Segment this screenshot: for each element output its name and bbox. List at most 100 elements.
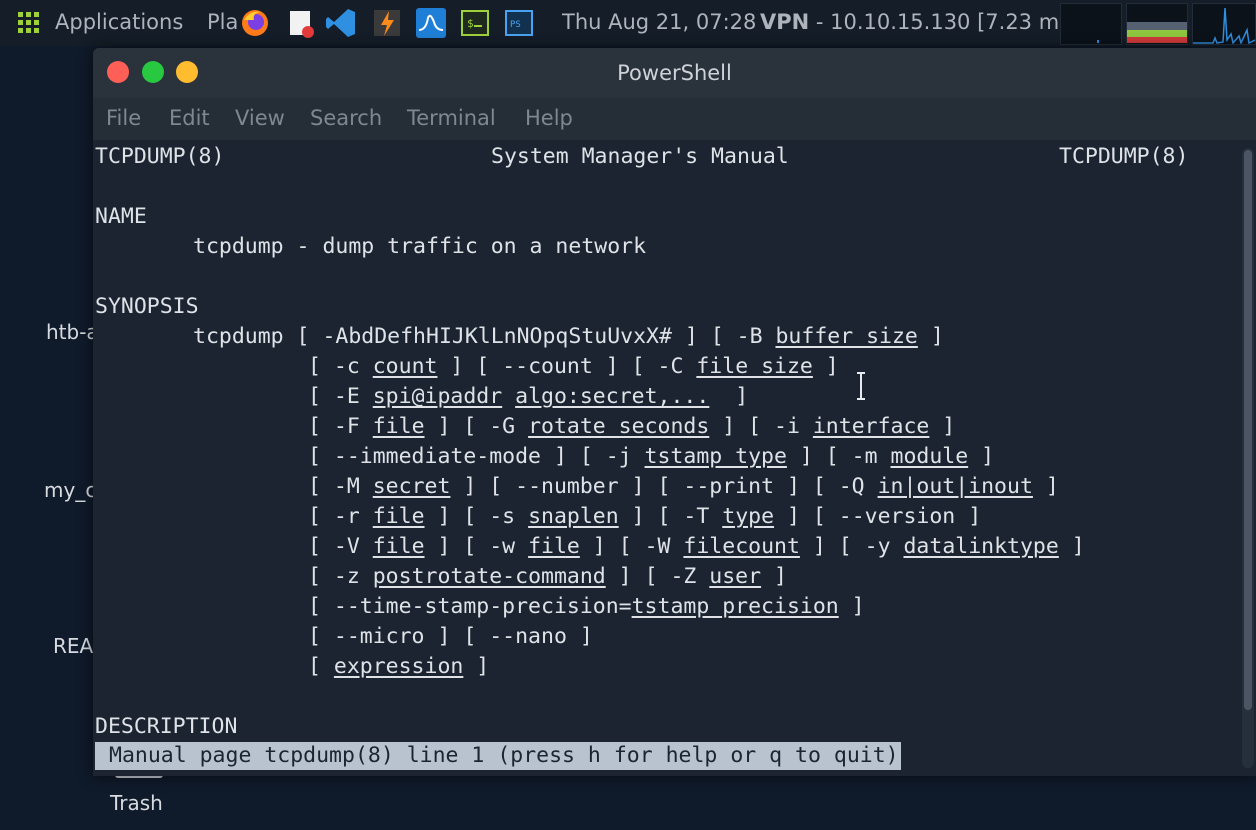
synopsis-text: [ -M <box>308 474 373 499</box>
synopsis-line: [ --micro ] [ --nano ] <box>308 622 593 652</box>
menu-help[interactable]: Help <box>525 106 573 130</box>
synopsis-line: [ --time-stamp-precision=tstamp_precisio… <box>308 592 865 622</box>
synopsis-line: [ expression ] <box>308 652 489 682</box>
synopsis-text: ] <box>968 444 995 469</box>
synopsis-argument: file <box>372 504 425 529</box>
pager-status-line: Manual page tcpdump(8) line 1 (press h f… <box>95 742 901 770</box>
memory-monitor-graph <box>1126 3 1188 45</box>
desktop-item-my[interactable]: my_c <box>44 478 96 502</box>
svg-text:$: $ <box>467 17 474 30</box>
menu-view[interactable]: View <box>235 106 285 130</box>
network-monitor-graph <box>1192 3 1256 46</box>
menu-file[interactable]: File <box>106 106 141 130</box>
man-header-center: System Manager's Manual <box>491 144 789 169</box>
synopsis-text: ] <box>917 324 944 349</box>
scrollbar[interactable] <box>1242 148 1254 768</box>
synopsis-text: [ -c <box>308 354 373 379</box>
synopsis-text: [ -F <box>308 414 373 439</box>
menu-terminal[interactable]: Terminal <box>407 106 496 130</box>
wireshark-icon[interactable] <box>414 6 448 40</box>
scrollbar-thumb[interactable] <box>1244 150 1252 710</box>
desktop-item-readme[interactable]: REA <box>53 634 93 658</box>
man-header-right: TCPDUMP(8) <box>1059 144 1189 169</box>
synopsis-argument: tstamp_precision <box>631 594 839 619</box>
synopsis-argument: file_size <box>696 354 813 379</box>
synopsis-line: [ --immediate-mode ] [ -j tstamp_type ] … <box>308 442 994 472</box>
firefox-icon[interactable] <box>238 6 272 40</box>
synopsis-text: ] [ --count ] [ -C <box>437 354 697 379</box>
powershell-icon[interactable]: PS <box>502 6 536 40</box>
desktop-item-trash[interactable]: Trash <box>110 791 163 815</box>
synopsis-argument: algo:secret,... <box>515 384 710 409</box>
synopsis-argument: interface <box>812 414 930 439</box>
terminal-window: PowerShell File Edit View Search Termina… <box>93 48 1256 776</box>
synopsis-line: [ -V file ] [ -w file ] [ -W filecount ]… <box>308 532 1085 562</box>
synopsis-argument: count <box>372 354 438 379</box>
synopsis-text: [ -z <box>308 564 373 589</box>
name-description: tcpdump - dump traffic on a network <box>193 234 647 259</box>
synopsis-line: [ -z postrotate-command ] [ -Z user ] <box>308 562 787 592</box>
synopsis-text: [ --time-stamp-precision= <box>308 594 632 619</box>
synopsis-text: ] <box>929 414 956 439</box>
synopsis-line: [ -r file ] [ -s snaplen ] [ -T type ] [… <box>308 502 981 532</box>
synopsis-text: ] [ -y <box>799 534 904 559</box>
synopsis-text: [ --immediate-mode ] [ -j <box>308 444 645 469</box>
synopsis-argument: postrotate-command <box>372 564 606 589</box>
synopsis-text: ] [ -Z <box>605 564 710 589</box>
synopsis-text: ] <box>463 654 490 679</box>
synopsis-argument: in|out|inout <box>877 474 1033 499</box>
synopsis-argument: file <box>372 534 425 559</box>
synopsis-text: tcpdump [ -AbdDefhHIJKlLnNOpqStuUvxX# ] … <box>193 324 776 349</box>
synopsis-argument: file <box>372 414 425 439</box>
synopsis-line: tcpdump [ -AbdDefhHIJKlLnNOpqStuUvxX# ] … <box>193 322 944 352</box>
places-menu[interactable]: Pla <box>207 10 238 34</box>
synopsis-text <box>502 384 515 409</box>
terminal-output[interactable]: TCPDUMP(8) System Manager's Manual TCPDU… <box>93 140 1240 776</box>
synopsis-argument: snaplen <box>528 504 619 529</box>
synopsis-text: ] <box>1032 474 1059 499</box>
synopsis-text: ] <box>838 594 865 619</box>
synopsis-argument: tstamp_type <box>644 444 787 469</box>
synopsis-text: [ -r <box>308 504 373 529</box>
applications-menu[interactable]: Applications <box>55 10 183 34</box>
window-titlebar[interactable]: PowerShell <box>93 48 1256 98</box>
synopsis-text: ] [ --version ] <box>774 504 982 529</box>
synopsis-argument: type <box>722 504 775 529</box>
synopsis-text: ] [ -T <box>618 504 723 529</box>
synopsis-argument: user <box>709 564 762 589</box>
synopsis-argument: secret <box>372 474 451 499</box>
synopsis-argument: file <box>528 534 580 559</box>
synopsis-text: ] [ -s <box>424 504 529 529</box>
synopsis-text: ] [ -i <box>709 414 813 439</box>
synopsis-argument: filecount <box>683 534 800 559</box>
burp-icon[interactable] <box>370 6 404 40</box>
synopsis-text: [ -V <box>308 534 373 559</box>
vpn-label: VPN <box>760 10 810 34</box>
text-editor-icon[interactable] <box>284 6 318 40</box>
synopsis-text: ] <box>812 354 839 379</box>
terminal-icon[interactable]: $ <box>458 6 492 40</box>
synopsis-line: [ -F file ] [ -G rotate_seconds ] [ -i i… <box>308 412 955 442</box>
svg-text:PS: PS <box>510 20 521 30</box>
synopsis-line: [ -E spi@ipaddr algo:secret,... ] <box>308 382 748 412</box>
synopsis-argument: buffer_size <box>775 324 918 349</box>
synopsis-argument: spi@ipaddr <box>372 384 503 409</box>
synopsis-text: [ --micro ] [ --nano ] <box>308 624 593 649</box>
synopsis-argument: rotate_seconds <box>528 414 710 439</box>
vscode-icon[interactable] <box>324 6 358 40</box>
synopsis-line: [ -c count ] [ --count ] [ -C file_size … <box>308 352 839 382</box>
desktop-item-htb[interactable]: htb-a <box>46 320 99 344</box>
top-panel: Applications Pla $ PS Thu Aug 21, 07:28 … <box>0 0 1256 46</box>
window-title: PowerShell <box>617 61 732 85</box>
app-grid-icon[interactable] <box>18 12 40 34</box>
synopsis-text: ] [ -w <box>424 534 529 559</box>
synopsis-text: ] <box>761 564 787 589</box>
menu-edit[interactable]: Edit <box>169 106 210 130</box>
synopsis-line: [ -M secret ] [ --number ] [ --print ] [… <box>308 472 1059 502</box>
synopsis-text: ] <box>1058 534 1085 559</box>
clock[interactable]: Thu Aug 21, 07:28 <box>562 10 756 34</box>
synopsis-text: ] [ -G <box>424 414 529 439</box>
section-name-heading: NAME <box>95 204 147 229</box>
menu-search[interactable]: Search <box>310 106 382 130</box>
vpn-value: - 10.10.15.130 [7.23 ms] <box>809 10 1079 34</box>
